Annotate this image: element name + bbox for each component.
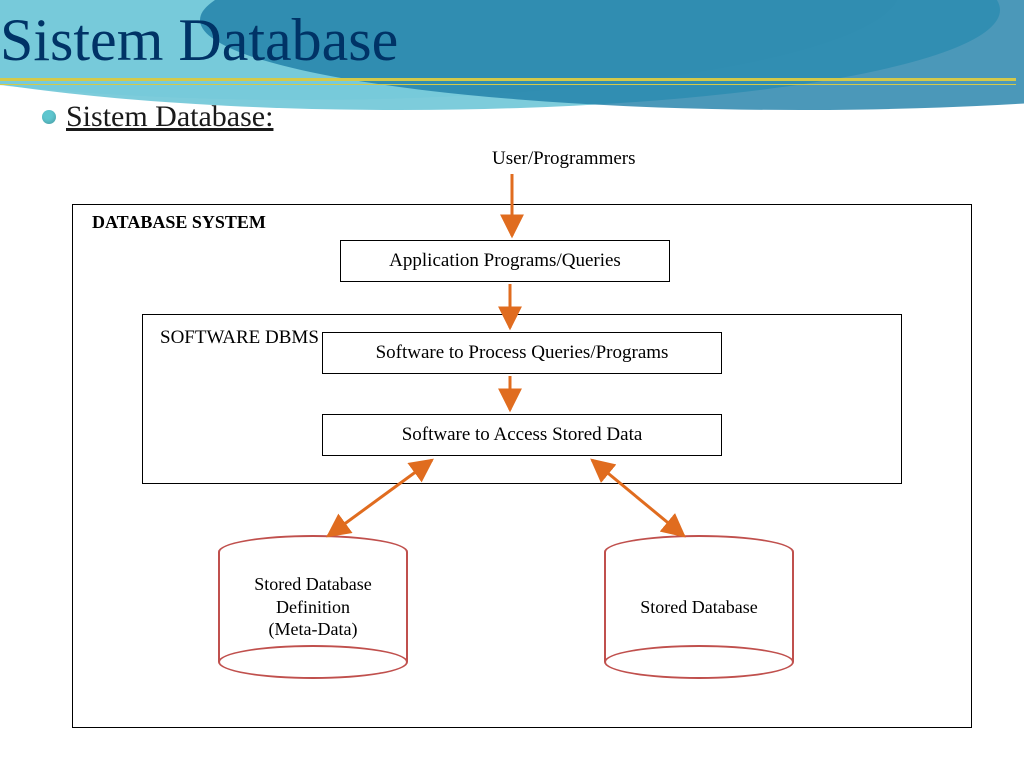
cylinder-stored-database-label: Stored Database bbox=[640, 596, 757, 619]
box-application-programs: Application Programs/Queries bbox=[340, 240, 670, 282]
label-software-dbms: SOFTWARE DBMS bbox=[160, 326, 319, 350]
box-access-data-label: Software to Access Stored Data bbox=[402, 424, 643, 446]
box-access-data: Software to Access Stored Data bbox=[322, 414, 722, 456]
diagram: User/Programmers DATABASE SYSTEM Applica… bbox=[32, 148, 992, 748]
bullet-dot-icon bbox=[42, 110, 56, 124]
bullet-row: Sistem Database: bbox=[42, 100, 273, 134]
label-software-dbms-text: SOFTWARE DBMS bbox=[160, 327, 319, 348]
box-application-programs-label: Application Programs/Queries bbox=[389, 250, 621, 272]
cylinder-cap-icon bbox=[218, 645, 408, 679]
cylinder-cap-icon bbox=[604, 645, 794, 679]
bullet-heading: Sistem Database: bbox=[66, 100, 273, 134]
slide-title: Sistem Database bbox=[0, 10, 398, 70]
title-underline bbox=[0, 78, 1016, 85]
cylinder-meta-data-label: Stored Database Definition(Meta-Data) bbox=[220, 573, 406, 641]
box-process-queries-label: Software to Process Queries/Programs bbox=[376, 342, 669, 364]
cylinder-stored-database: Stored Database bbox=[604, 552, 794, 662]
label-database-system: DATABASE SYSTEM bbox=[92, 212, 266, 233]
box-process-queries: Software to Process Queries/Programs bbox=[322, 332, 722, 374]
cylinder-meta-data: Stored Database Definition(Meta-Data) bbox=[218, 552, 408, 662]
label-users: User/Programmers bbox=[492, 148, 636, 170]
